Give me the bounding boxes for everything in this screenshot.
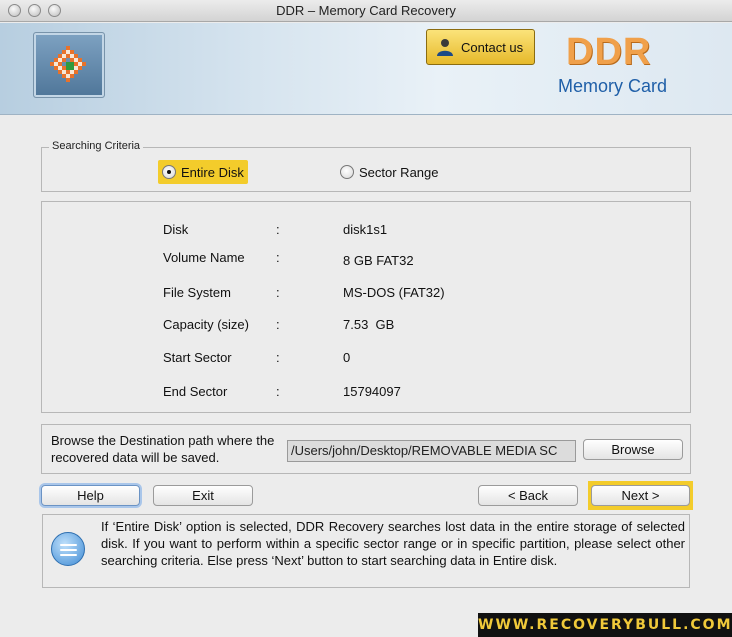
window-title: DDR – Memory Card Recovery: [276, 3, 456, 18]
start-sector-value: 0: [343, 350, 351, 365]
exit-button[interactable]: Exit: [153, 485, 253, 506]
file-system-value: MS-DOS (FAT32): [343, 285, 445, 300]
sector-range-label: Sector Range: [359, 164, 439, 180]
next-button[interactable]: Next >: [591, 485, 690, 506]
window-titlebar: DDR – Memory Card Recovery: [0, 0, 732, 22]
brand-product: Memory Card: [558, 76, 668, 96]
help-button[interactable]: Help: [41, 485, 140, 506]
zoom-window-button[interactable]: [48, 4, 61, 17]
disk-colon: :: [276, 222, 280, 237]
end-sector-label: End Sector: [163, 384, 228, 399]
disk-value: disk1s1: [343, 222, 388, 237]
capacity-value: 7.53 GB: [343, 317, 395, 332]
file-system-label: File System: [163, 285, 231, 300]
destination-path-input[interactable]: /Users/john/Desktop/REMOVABLE MEDIA SC: [287, 440, 576, 462]
file-system-colon: :: [276, 285, 280, 300]
app-logo: [33, 32, 105, 98]
entire-disk-option[interactable]: Entire Disk: [158, 160, 248, 184]
contact-us-label: Contact us: [461, 39, 524, 55]
destination-label: Browse the Destination path where the re…: [51, 433, 275, 465]
app-header: Contact us DDR Memory Card: [0, 23, 732, 115]
capacity-colon: :: [276, 317, 280, 332]
checker-logo-icon: [50, 46, 86, 82]
volume-name-label: Volume Name: [163, 250, 245, 265]
disk-label: Disk: [163, 222, 189, 237]
searching-criteria-legend: Searching Criteria: [49, 140, 144, 152]
contact-us-button[interactable]: Contact us: [426, 29, 535, 65]
help-description-panel: If ‘Entire Disk’ option is selected, DDR…: [42, 514, 690, 588]
brand-name: DDR: [566, 31, 652, 73]
help-description-text: If ‘Entire Disk’ option is selected, DDR…: [101, 519, 685, 568]
close-window-button[interactable]: [8, 4, 21, 17]
volume-name-value: 8 GB FAT32: [343, 253, 414, 268]
person-icon: [437, 39, 453, 56]
capacity-label: Capacity (size): [163, 317, 249, 332]
back-button[interactable]: < Back: [478, 485, 578, 506]
entire-disk-label: Entire Disk: [181, 164, 244, 180]
watermark: WWW.RECOVERYBULL.COM: [478, 613, 732, 637]
end-sector-colon: :: [276, 384, 280, 399]
entire-disk-radio[interactable]: [162, 165, 176, 179]
start-sector-colon: :: [276, 350, 280, 365]
minimize-window-button[interactable]: [28, 4, 41, 17]
browse-button[interactable]: Browse: [583, 439, 683, 460]
sector-range-option[interactable]: Sector Range: [336, 160, 443, 184]
volume-name-colon: :: [276, 250, 280, 265]
speech-bubble-icon: [51, 532, 85, 566]
start-sector-label: Start Sector: [163, 350, 232, 365]
end-sector-value: 15794097: [343, 384, 401, 399]
sector-range-radio[interactable]: [340, 165, 354, 179]
